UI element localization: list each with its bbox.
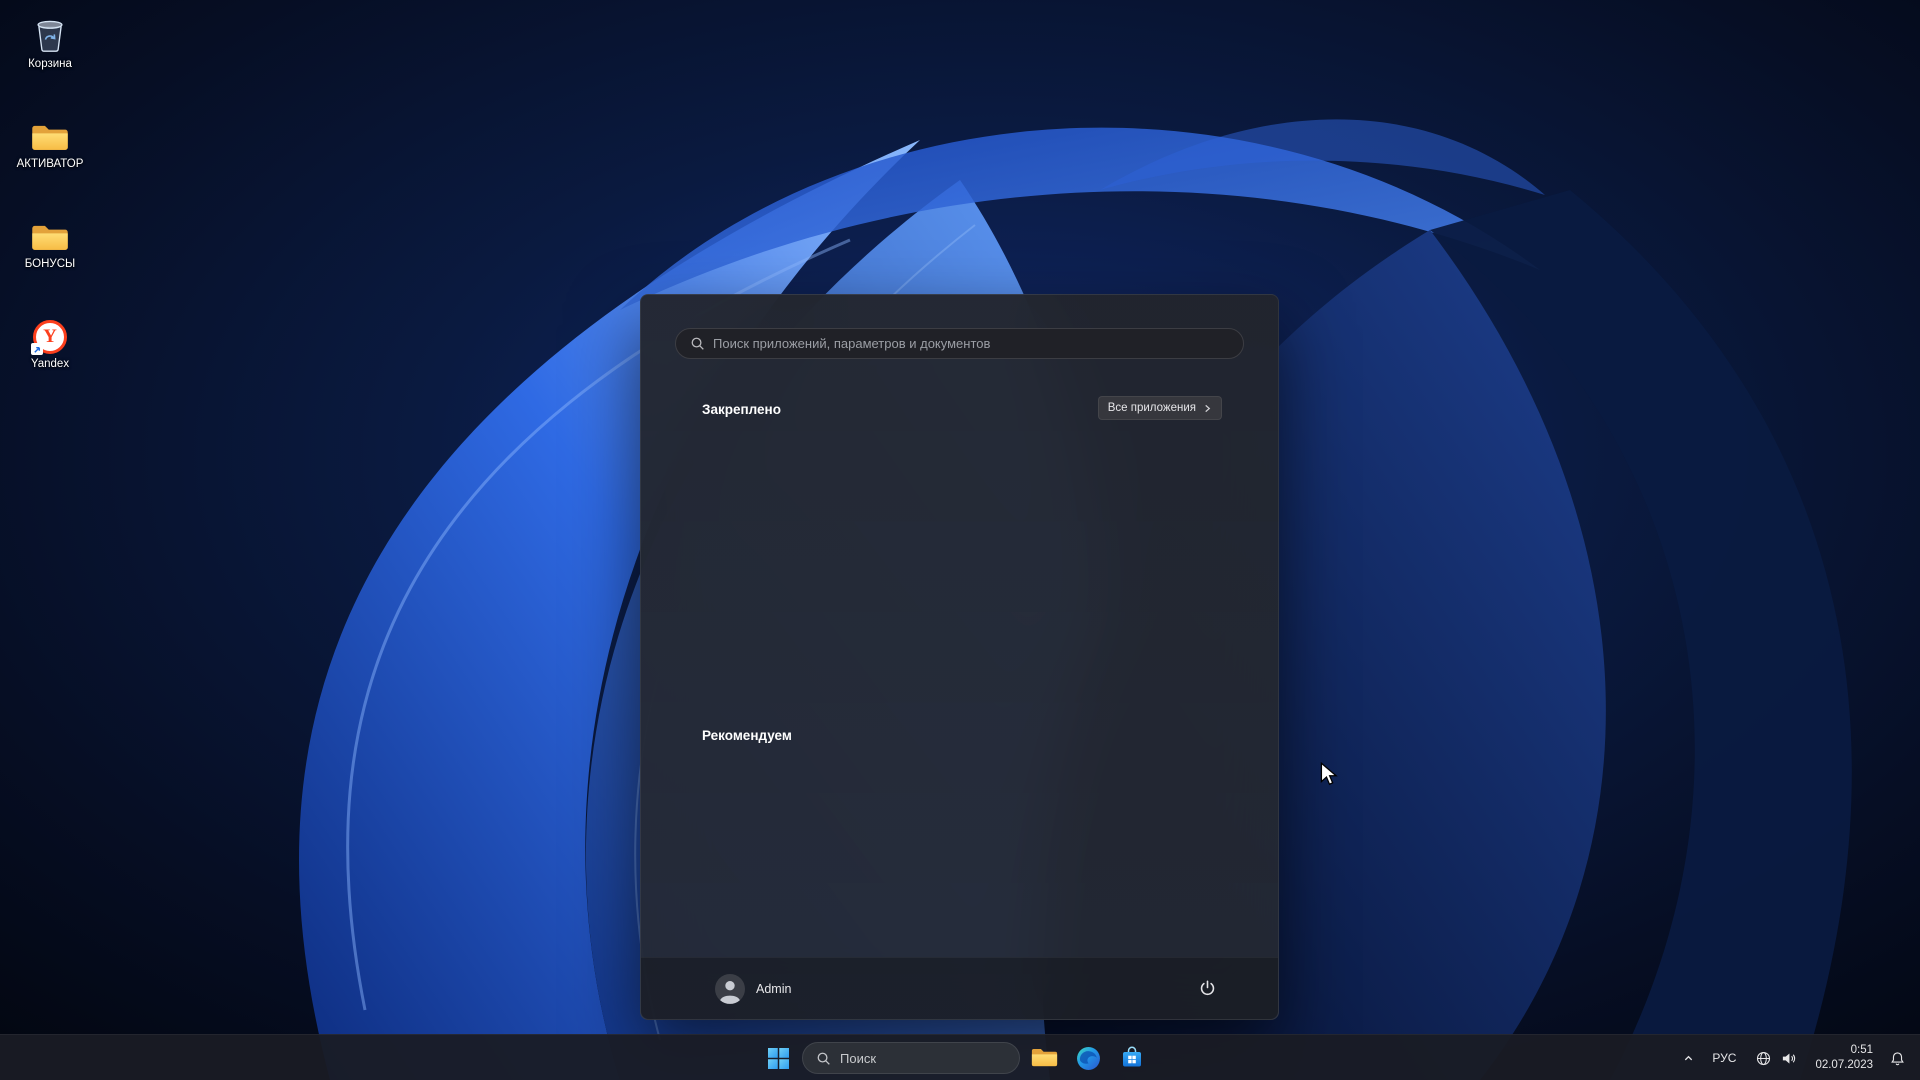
user-name-label: Admin bbox=[756, 981, 792, 996]
desktop-icon-recycle-bin[interactable]: Корзина bbox=[6, 10, 94, 94]
folder-icon bbox=[31, 110, 69, 154]
yandex-browser-icon: Y bbox=[31, 310, 67, 355]
windows-logo-icon bbox=[767, 1047, 789, 1069]
desktop-icon-grid: Корзина АКТИВАТОР БОНУСЫ Y Yandex bbox=[6, 10, 94, 394]
edge-browser-button[interactable] bbox=[1068, 1038, 1108, 1078]
desktop-icon-label: Корзина bbox=[28, 58, 72, 70]
user-profile-button[interactable]: Admin bbox=[705, 969, 801, 1009]
start-button[interactable] bbox=[758, 1038, 798, 1078]
pinned-section-header: Закреплено bbox=[702, 402, 781, 417]
all-apps-button[interactable]: Все приложения bbox=[1097, 396, 1222, 420]
desktop-icon-label: Yandex bbox=[30, 358, 70, 370]
language-label: РУС bbox=[1712, 1051, 1737, 1065]
network-globe-icon bbox=[1756, 1051, 1771, 1066]
power-icon bbox=[1199, 980, 1216, 997]
recommended-section-header: Рекомендуем bbox=[702, 728, 792, 743]
desktop-icon-yandex[interactable]: Y Yandex bbox=[6, 310, 94, 394]
clock-button[interactable]: 0:51 02.07.2023 bbox=[1806, 1038, 1882, 1078]
start-search-input[interactable] bbox=[713, 336, 1229, 351]
tray-overflow-button[interactable] bbox=[1674, 1038, 1702, 1078]
volume-icon bbox=[1781, 1051, 1796, 1066]
tray-time: 0:51 bbox=[1850, 1044, 1873, 1056]
edge-browser-icon bbox=[1076, 1046, 1101, 1071]
all-apps-label: Все приложения bbox=[1107, 402, 1196, 414]
notification-bell-icon bbox=[1890, 1051, 1905, 1066]
user-avatar bbox=[715, 973, 745, 1004]
microsoft-store-button[interactable] bbox=[1112, 1038, 1152, 1078]
start-search-box[interactable] bbox=[675, 328, 1244, 359]
file-explorer-icon bbox=[1031, 1047, 1058, 1069]
notification-center-button[interactable] bbox=[1882, 1038, 1912, 1078]
shortcut-arrow-icon bbox=[31, 343, 43, 355]
folder-icon bbox=[31, 210, 69, 254]
taskbar-center: Поиск bbox=[758, 1038, 1152, 1078]
recycle-bin-icon bbox=[33, 10, 67, 54]
power-button[interactable] bbox=[1188, 970, 1226, 1008]
desktop: Корзина АКТИВАТОР БОНУСЫ Y Yandex Поиск … bbox=[0, 0, 1920, 1080]
system-tray: РУС 0:51 02.07.2023 bbox=[1674, 1038, 1914, 1078]
network-volume-button[interactable] bbox=[1746, 1038, 1806, 1078]
desktop-icon-label: АКТИВАТОР bbox=[16, 158, 84, 170]
file-explorer-button[interactable] bbox=[1024, 1038, 1064, 1078]
taskbar-search-label: Поиск bbox=[840, 1050, 877, 1066]
tray-date: 02.07.2023 bbox=[1815, 1059, 1873, 1071]
desktop-icon-bonusy[interactable]: БОНУСЫ bbox=[6, 210, 94, 294]
search-icon bbox=[816, 1051, 831, 1066]
search-icon bbox=[690, 336, 705, 351]
microsoft-store-icon bbox=[1120, 1046, 1144, 1070]
start-menu: Закреплено Все приложения Рекомендуем bbox=[640, 294, 1279, 1020]
chevron-up-icon bbox=[1683, 1053, 1694, 1064]
desktop-icon-label: БОНУСЫ bbox=[24, 258, 76, 270]
start-menu-user-bar: Admin bbox=[641, 957, 1278, 1019]
chevron-right-icon bbox=[1203, 404, 1212, 413]
desktop-icon-aktivator[interactable]: АКТИВАТОР bbox=[6, 110, 94, 194]
taskbar: Поиск РУС 0:51 02.07.2023 bbox=[0, 1034, 1920, 1080]
language-indicator[interactable]: РУС bbox=[1702, 1038, 1746, 1078]
taskbar-search-box[interactable]: Поиск bbox=[802, 1042, 1020, 1074]
